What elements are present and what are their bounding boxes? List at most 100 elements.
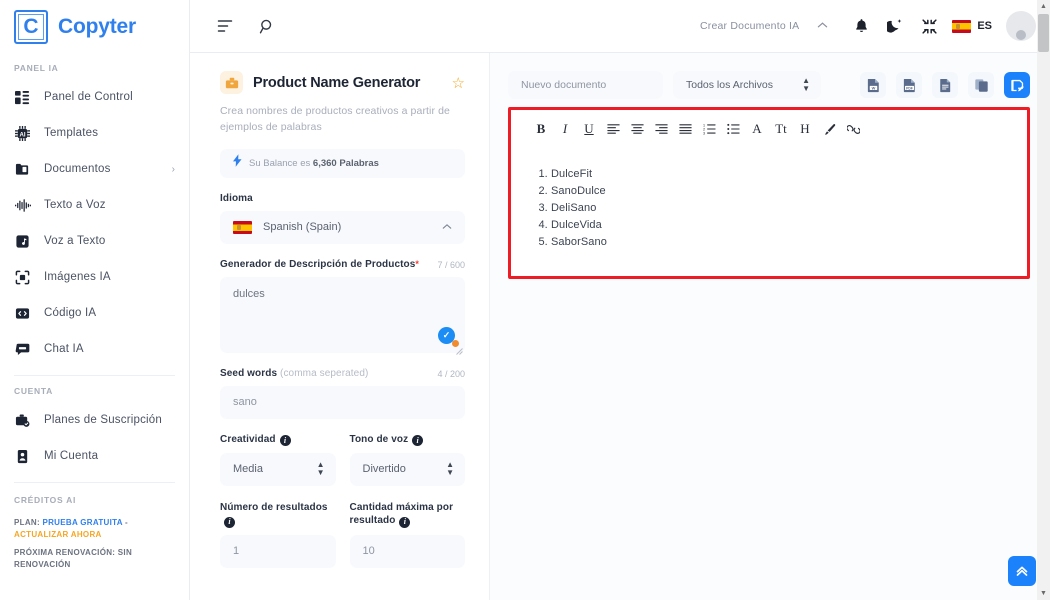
font-size-button[interactable]: Tt — [769, 118, 793, 140]
document-name-input[interactable]: Nuevo documento — [508, 71, 663, 99]
balance-value: 6,360 Palabras — [312, 157, 379, 169]
tone-select[interactable]: Divertido ▲ ▼ — [349, 452, 465, 486]
info-icon[interactable]: i — [412, 434, 424, 446]
unordered-list-button[interactable] — [721, 118, 745, 140]
template-form-panel: Product Name Generator ☆ Crea nombres de… — [190, 53, 490, 600]
spain-flag-icon — [952, 19, 972, 33]
menu-lines-icon[interactable] — [212, 13, 238, 39]
prompt-counter: 7 / 600 — [437, 259, 465, 270]
save-document-button[interactable] — [1004, 72, 1030, 98]
textarea-resize-handle[interactable] — [454, 342, 463, 355]
language-selector[interactable]: ES — [946, 19, 1000, 33]
search-icon[interactable] — [254, 13, 280, 39]
results-input[interactable]: 1 — [220, 534, 336, 568]
editor-panel: Nuevo documento Todos los Archivos ▲ ▼ W … — [490, 53, 1050, 600]
spain-flag-icon — [233, 220, 252, 234]
sidebar-item-panel-de-control[interactable]: Panel de Control — [0, 79, 189, 115]
align-right-button[interactable] — [649, 118, 673, 140]
subscription-icon — [14, 412, 31, 429]
rich-text-toolbar: B I U 1 2 3 A Tt H — [511, 110, 1027, 144]
sidebar-item-planes-de-suscripcion[interactable]: Planes de Suscripción — [0, 402, 189, 438]
tone-label-text: Tono de voz — [349, 433, 409, 445]
sidebar-item-mi-cuenta[interactable]: Mi Cuenta — [0, 438, 189, 474]
chevron-up-icon[interactable] — [817, 21, 844, 32]
content-area: Product Name Generator ☆ Crea nombres de… — [190, 53, 1050, 600]
align-center-button[interactable] — [625, 118, 649, 140]
grammar-check-badge-icon[interactable]: ✓ — [438, 326, 455, 344]
scrollbar-up-arrow[interactable]: ▲ — [1037, 0, 1050, 13]
seed-words-input[interactable]: sano — [220, 385, 465, 419]
top-bar-right: Crear Documento IA ES — [700, 11, 1036, 41]
scroll-to-top-button[interactable] — [1008, 556, 1036, 586]
export-word-button[interactable]: W — [860, 72, 886, 98]
id-card-icon — [14, 448, 31, 465]
italic-button[interactable]: I — [553, 118, 577, 140]
collapse-fullscreen-icon[interactable] — [912, 11, 946, 41]
top-bar: Crear Documento IA ES — [190, 0, 1050, 53]
export-text-button[interactable] — [932, 72, 958, 98]
export-pdf-button[interactable]: PDF — [896, 72, 922, 98]
required-marker: * — [415, 258, 420, 269]
avatar[interactable] — [1006, 11, 1036, 41]
sidebar-item-templates[interactable]: AI Templates — [0, 115, 189, 151]
bold-button[interactable]: B — [529, 118, 553, 140]
credits-title: CRÉDITOS AI — [14, 495, 77, 505]
tone-field-label: Tono de voz i — [350, 434, 466, 446]
info-icon[interactable]: i — [399, 516, 411, 528]
scrollbar-down-arrow[interactable]: ▼ — [1037, 587, 1050, 600]
align-justify-button[interactable] — [673, 118, 697, 140]
page-scrollbar[interactable]: ▲ ▼ — [1037, 0, 1050, 600]
sidebar-item-label: Templates — [44, 127, 99, 139]
chevron-right-icon: › — [171, 163, 175, 175]
underline-button[interactable]: U — [577, 118, 601, 140]
results-field-label: Número de resultados i — [220, 501, 336, 528]
sidebar-item-imagenes-ia[interactable]: Imágenes IA — [0, 259, 189, 295]
document-content[interactable]: DulceFit SanoDulce DeliSano DulceVida Sa… — [511, 144, 1027, 251]
file-filter-value: Todos los Archivos — [686, 79, 773, 91]
upgrade-now-link[interactable]: ACTUALIZAR AHORA — [14, 530, 102, 539]
brand-logo[interactable]: C Copyter — [0, 0, 189, 53]
highlight-brush-button[interactable] — [817, 118, 841, 140]
language-select[interactable]: Spanish (Spain) — [220, 210, 465, 244]
scrollbar-thumb[interactable] — [1038, 14, 1049, 52]
creativity-select[interactable]: Media ▲ ▼ — [220, 452, 336, 486]
star-icon[interactable]: ☆ — [452, 74, 465, 92]
sidebar-item-voz-a-texto[interactable]: Voz a Texto — [0, 223, 189, 259]
align-left-button[interactable] — [601, 118, 625, 140]
seed-field-label: Seed words (comma seperated) — [220, 368, 368, 379]
sidebar: C Copyter PANEL IA Panel de Control AI T… — [0, 0, 190, 600]
bell-icon[interactable] — [844, 11, 878, 41]
create-document-ai-button[interactable]: Crear Documento IA — [700, 20, 817, 32]
copy-button[interactable] — [968, 72, 994, 98]
plan-separator: - — [122, 518, 129, 527]
balance-text: Su Balance es 6,360 Palabras — [249, 158, 379, 169]
ordered-list-button[interactable]: 123 — [697, 118, 721, 140]
chip-ai-icon: AI — [14, 125, 31, 142]
template-description: Crea nombres de productos creativos a pa… — [220, 105, 450, 134]
generated-names-list: DulceFit SanoDulce DeliSano DulceVida Sa… — [551, 166, 1027, 251]
waveform-icon — [14, 197, 31, 214]
credits-section: CRÉDITOS AI PLAN: PRUEBA GRATUITA - ACTU… — [0, 483, 189, 571]
sidebar-item-chat-ia[interactable]: Chat IA — [0, 331, 189, 367]
file-filter-select[interactable]: Todos los Archivos ▲ ▼ — [673, 71, 821, 99]
plan-line: PLAN: PRUEBA GRATUITA - ACTUALIZAR AHORA — [14, 517, 175, 541]
editor-highlight-frame: B I U 1 2 3 A Tt H 1. DulceFit 2. SanoDu… — [508, 107, 1030, 279]
moon-dark-mode-icon[interactable] — [878, 11, 912, 41]
prompt-textarea[interactable]: dulces — [220, 276, 465, 353]
info-icon[interactable]: i — [224, 516, 235, 528]
sidebar-item-texto-a-voz[interactable]: Texto a Voz — [0, 187, 189, 223]
heading-button[interactable]: H — [793, 118, 817, 140]
prompt-textarea-wrap: dulces ✓ — [220, 276, 465, 355]
info-icon[interactable]: i — [279, 434, 291, 446]
sidebar-item-label: Mi Cuenta — [44, 450, 99, 462]
language-field-label: Idioma — [220, 192, 253, 204]
sidebar-item-documentos[interactable]: Documentos › — [0, 151, 189, 187]
max-input[interactable]: 10 — [349, 534, 465, 568]
template-header: Product Name Generator ☆ — [220, 71, 465, 94]
sidebar-item-codigo-ia[interactable]: Código IA — [0, 295, 189, 331]
svg-text:W: W — [871, 85, 875, 90]
seed-label-row: Seed words (comma seperated) 4 / 200 — [220, 368, 465, 379]
insert-link-button[interactable] — [841, 118, 865, 140]
list-item: DulceFit — [551, 166, 1027, 183]
font-color-button[interactable]: A — [745, 118, 769, 140]
